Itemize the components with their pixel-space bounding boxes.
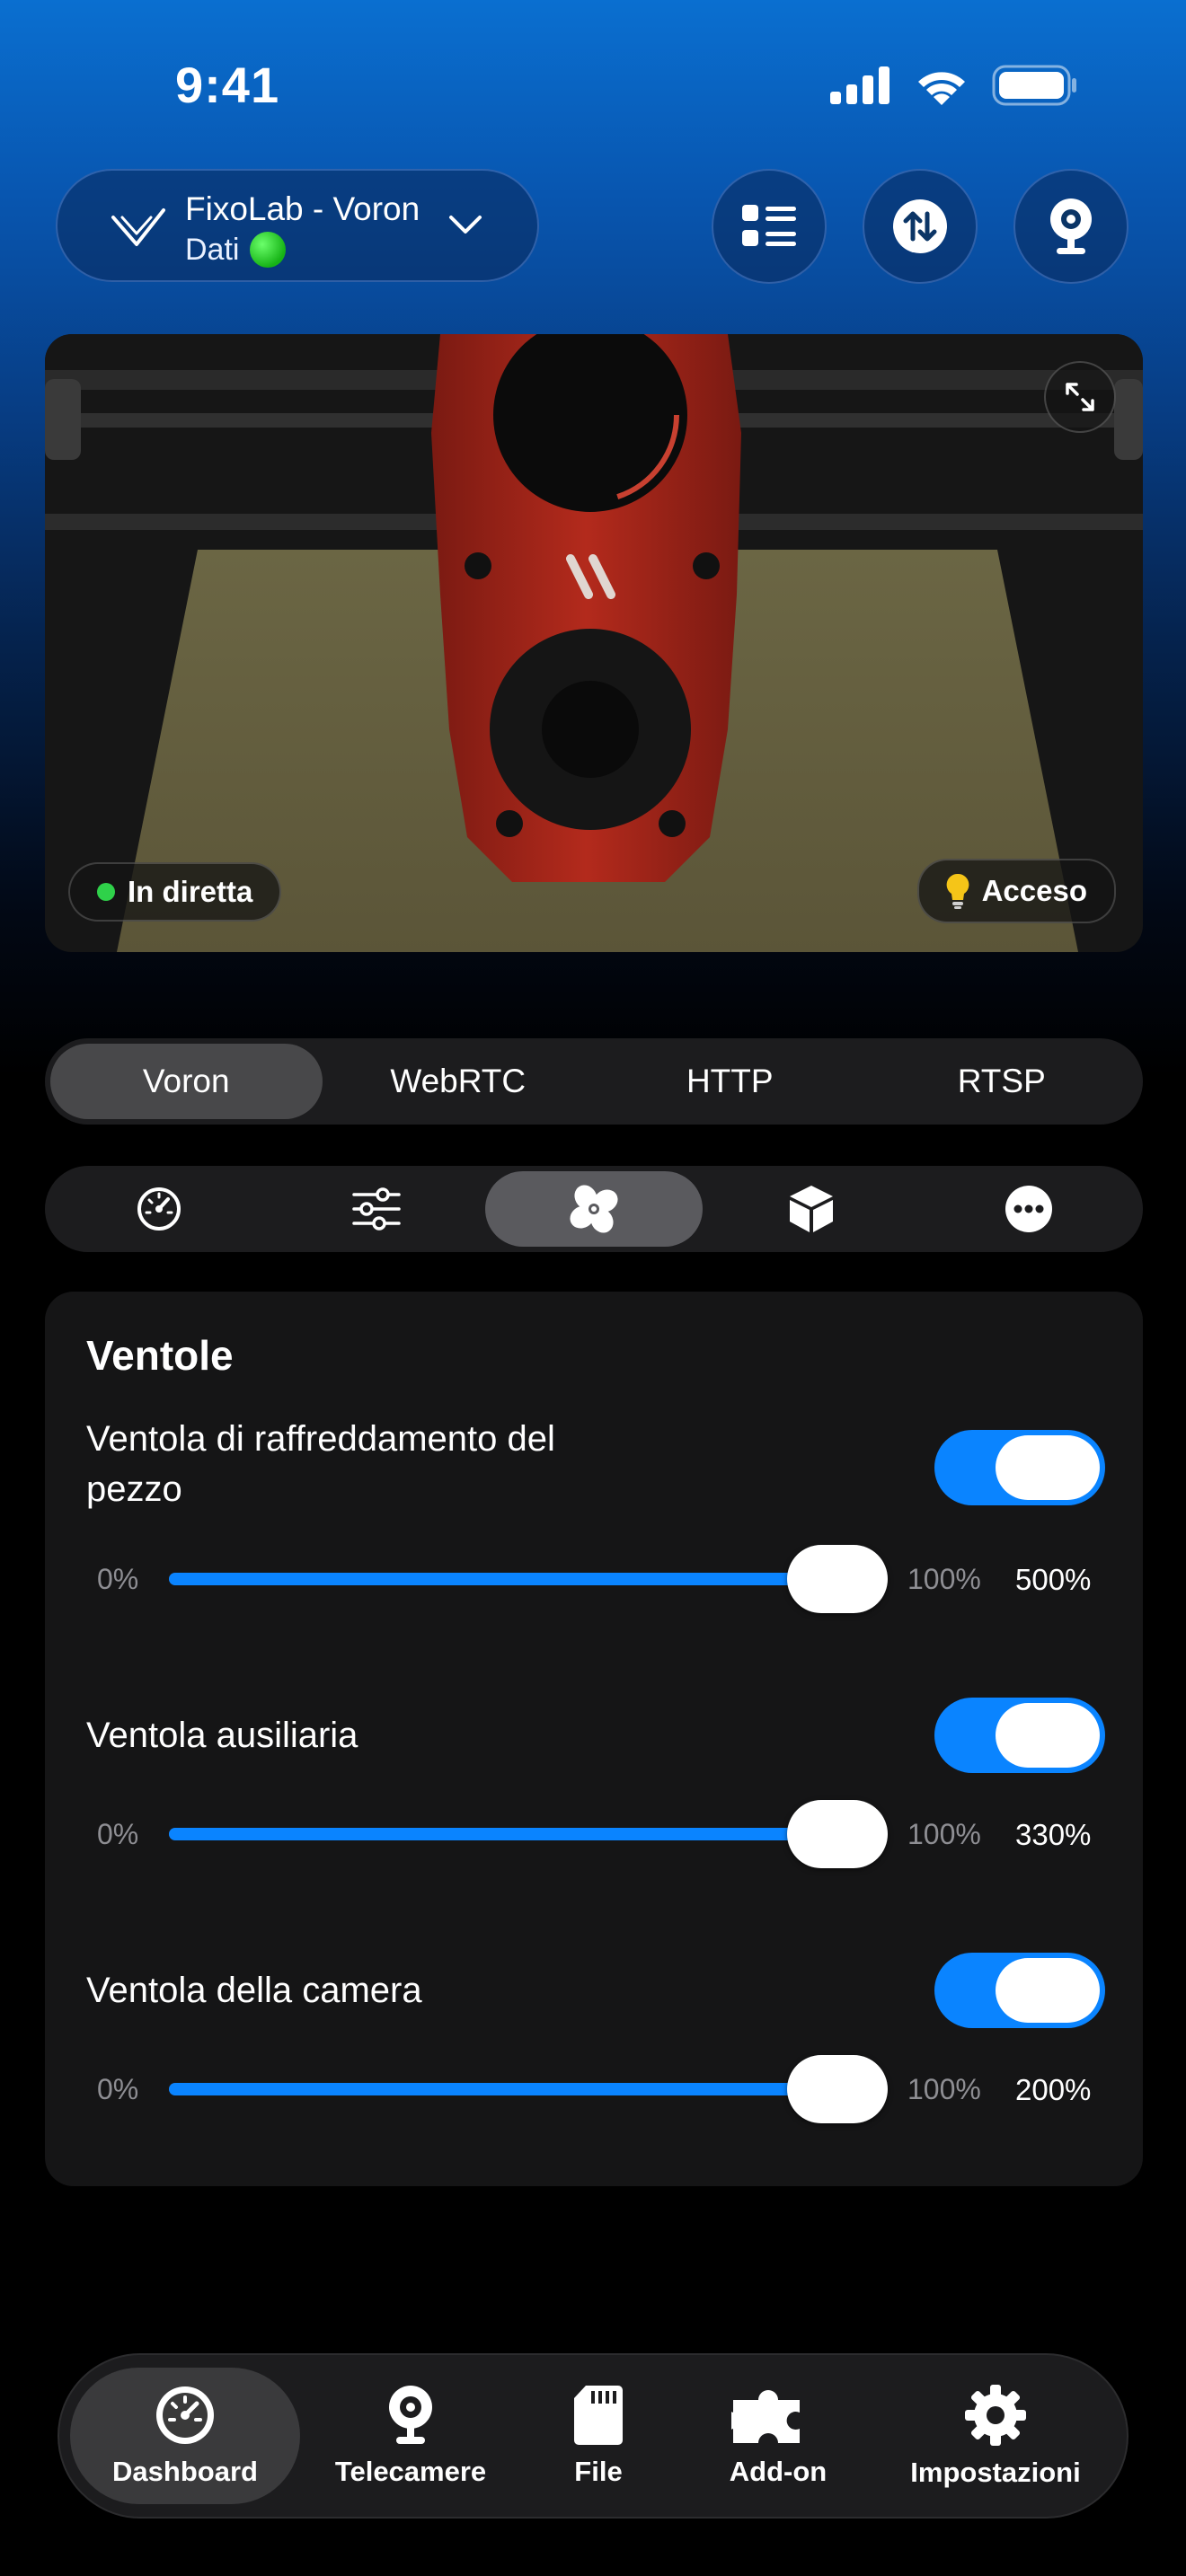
tab-webrtc[interactable]: WebRTC [323,1044,595,1119]
fan-slider-thumb[interactable] [787,1545,888,1613]
webcam-icon [1050,198,1092,254]
nav-file[interactable]: File [535,2368,661,2504]
fan-toggle[interactable] [934,1430,1105,1505]
nav-label: Dashboard [112,2456,258,2487]
printer-status: Dati [185,232,287,268]
nav-addon[interactable]: Add-on [706,2368,850,2504]
slider-min-label: 0% [97,1563,139,1595]
slider-max-label: 100% [907,2073,981,2105]
sliders-icon [352,1187,401,1231]
sd-card-icon [574,2386,623,2445]
fans-card: Ventole Ventola di raffreddamento del pe… [45,1292,1143,2186]
arrows-up-down-icon [893,199,947,253]
gear-icon [965,2385,1026,2446]
chevron-down-icon [449,216,482,234]
speedometer-icon [137,1187,181,1231]
section-tabs [45,1166,1143,1252]
fullscreen-button[interactable] [1044,361,1116,433]
transfer-button[interactable] [863,169,978,284]
printer-name: FixoLab - Voron [185,190,420,227]
tab-fans[interactable] [485,1171,703,1247]
fan-label: Ventola di raffreddamento del pezzo [86,1419,555,1509]
fan-icon [570,1185,618,1233]
nav-label: Telecamere [334,2456,487,2487]
status-icons [830,65,1078,106]
toggle-knob [996,1958,1100,2023]
fan-speed-value: 200% [1015,2073,1092,2106]
light-toggle-button[interactable]: Acceso [916,859,1116,923]
status-time: 9:41 [175,57,280,113]
fan-label: Ventola della camera [86,1971,422,2010]
status-indicator-dot [250,232,287,268]
tab-http[interactable]: HTTP [594,1044,866,1119]
slider-min-label: 0% [97,1818,139,1850]
slider-min-label: 0% [97,2073,139,2105]
slider-fill [169,1573,837,1585]
slider-max-label: 100% [907,1818,981,1850]
printer-status-label: Dati [185,232,240,267]
fan-slider-thumb[interactable] [787,2055,888,2123]
fan-slider-track[interactable] [169,1828,888,1840]
slider-max-label: 100% [907,1563,981,1595]
slider-fill [169,2083,837,2095]
tab-controls[interactable] [268,1171,485,1247]
light-label: Acceso [981,874,1087,907]
battery-icon [992,65,1076,106]
tab-more[interactable] [920,1171,1137,1247]
dashboard-gauge-icon [156,2386,214,2444]
fan-speed-value: 330% [1015,1818,1092,1851]
live-dot [97,883,115,901]
list-view-button[interactable] [712,169,827,284]
lightbulb-icon [946,873,969,909]
expand-icon [1066,383,1094,411]
wifi-icon [918,72,965,105]
fan-toggle[interactable] [934,1698,1105,1773]
list-icon [742,205,796,246]
printer-selector[interactable]: FixoLab - Voron Dati [56,169,539,282]
toggle-knob [996,1703,1100,1768]
fan-slider-track[interactable] [169,1573,888,1585]
live-label: In diretta [128,875,253,908]
camera-feed[interactable]: In diretta Acceso [45,334,1143,952]
more-icon [1005,1186,1052,1232]
stream-source-tabs: Voron WebRTC HTTP RTSP [45,1038,1143,1125]
nav-label: Add-on [729,2456,828,2487]
fan-label: Ventola ausiliaria [86,1716,358,1755]
puzzle-icon [731,2390,800,2443]
nav-label: Impostazioni [910,2457,1081,2488]
bottom-tab-bar: Dashboard Telecamere File Add-on Imposta… [58,2353,1128,2519]
nav-telecamere[interactable]: Telecamere [316,2368,505,2504]
fan-toggle[interactable] [934,1953,1105,2028]
toggle-knob [996,1435,1100,1500]
nav-dashboard[interactable]: Dashboard [70,2368,300,2504]
fan-slider-track[interactable] [169,2083,888,2095]
tab-rtsp[interactable]: RTSP [866,1044,1138,1119]
cube-icon [790,1186,833,1232]
voron-logo-icon [111,208,165,246]
fan-speed-value: 500% [1015,1563,1092,1596]
tab-dashboard[interactable] [50,1171,268,1247]
webcam-button[interactable] [1013,169,1128,284]
fan-slider-thumb[interactable] [787,1800,888,1868]
live-badge: In diretta [68,862,282,922]
slider-fill [169,1828,837,1840]
nav-label: File [574,2456,623,2487]
nav-impostazioni[interactable]: Impostazioni [890,2368,1102,2504]
webcam-icon [389,2386,432,2444]
tab-filament[interactable] [703,1171,920,1247]
fans-title: Ventole [86,1332,234,1379]
cellular-signal-icon [830,66,890,104]
tab-voron[interactable]: Voron [50,1044,323,1119]
